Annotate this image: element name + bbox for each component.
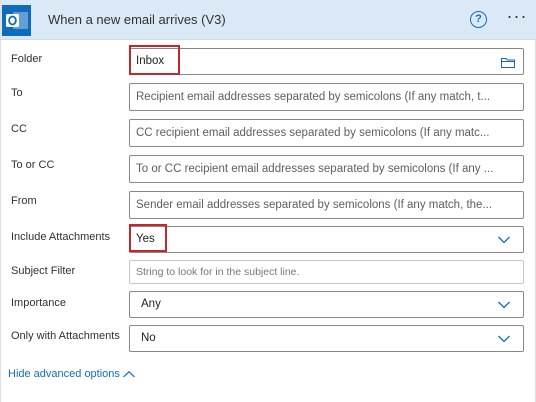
from-placeholder: Sender email addresses separated by semi…: [136, 199, 493, 211]
subject-filter-label: Subject Filter: [11, 265, 76, 277]
folder-field[interactable]: Inbox: [129, 48, 524, 75]
from-field[interactable]: Sender email addresses separated by semi…: [129, 191, 524, 219]
chevron-down-icon[interactable]: [498, 301, 510, 309]
card-header[interactable]: When a new email arrives (V3) ? ···: [1, 0, 536, 40]
importance-label: Importance: [11, 297, 67, 309]
chevron-up-icon[interactable]: [123, 371, 135, 378]
to-placeholder: Recipient email addresses separated by s…: [136, 91, 491, 103]
subject-filter-input[interactable]: String to look for in the subject line.: [129, 260, 524, 284]
to-field[interactable]: Recipient email addresses separated by s…: [129, 83, 524, 111]
to-label: To: [11, 87, 23, 99]
help-icon[interactable]: ?: [470, 11, 487, 28]
include-attachments-highlight: [129, 224, 167, 252]
chevron-down-icon[interactable]: [498, 236, 510, 244]
to-or-cc-label: To or CC: [11, 159, 55, 171]
importance-value: Any: [141, 298, 161, 310]
trigger-card: When a new email arrives (V3) ? ··· Fold…: [0, 0, 536, 402]
importance-dropdown[interactable]: Any: [129, 291, 524, 318]
card-title: When a new email arrives (V3): [48, 12, 226, 27]
cc-placeholder: CC recipient email addresses separated b…: [136, 127, 490, 139]
chevron-down-icon[interactable]: [498, 335, 510, 343]
only-with-attachments-value: No: [141, 332, 156, 344]
to-or-cc-placeholder: To or CC recipient email addresses separ…: [136, 163, 494, 175]
include-attachments-label: Include Attachments: [11, 231, 111, 243]
to-or-cc-field[interactable]: To or CC recipient email addresses separ…: [129, 155, 524, 183]
folder-label: Folder: [11, 53, 43, 65]
folder-picker-icon[interactable]: [501, 57, 515, 68]
outlook-icon: [2, 5, 31, 36]
only-with-attachments-label: Only with Attachments: [11, 330, 120, 342]
hide-advanced-options-link[interactable]: Hide advanced options: [8, 368, 120, 380]
subject-filter-placeholder: String to look for in the subject line.: [136, 266, 300, 278]
only-with-attachments-dropdown[interactable]: No: [129, 325, 524, 352]
folder-highlight: [129, 45, 180, 75]
more-options-icon[interactable]: ···: [504, 7, 530, 27]
cc-field[interactable]: CC recipient email addresses separated b…: [129, 119, 524, 147]
cc-label: CC: [11, 123, 27, 135]
include-attachments-dropdown[interactable]: Yes: [129, 226, 524, 253]
from-label: From: [11, 195, 37, 207]
